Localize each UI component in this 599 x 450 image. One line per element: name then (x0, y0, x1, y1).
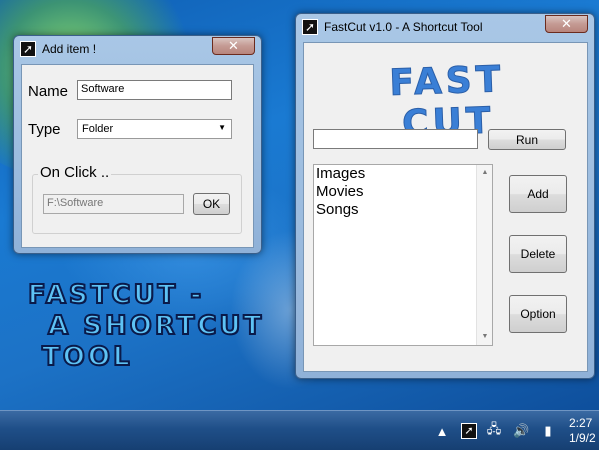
type-select-value: Folder (82, 123, 114, 135)
arrow-shortcut-icon: ➚ (302, 19, 318, 35)
desktop-art-line: tool (41, 341, 133, 373)
on-click-group-title: On Click .. (38, 164, 112, 181)
ok-button[interactable]: OK (193, 193, 230, 215)
clock-date: 1/9/2 (569, 431, 596, 445)
path-field: F:\Software (43, 194, 184, 214)
list-item[interactable]: Songs (314, 201, 492, 219)
run-button[interactable]: Run (488, 129, 566, 150)
clock[interactable]: 2:27 1/9/2 (569, 416, 599, 446)
list-item[interactable]: Images (314, 165, 492, 183)
chevron-down-icon: ▼ (218, 123, 226, 132)
volume-icon[interactable]: 🔊 (513, 423, 529, 439)
add-item-dialog: ➚ Add item ! ✕ Name Software Type Folder… (13, 35, 262, 254)
scroll-up-icon[interactable]: ▲ (477, 165, 492, 181)
list-item[interactable]: Movies (314, 183, 492, 201)
fastcut-tray-icon[interactable]: ➚ (461, 423, 477, 439)
command-input[interactable] (313, 129, 478, 149)
close-button[interactable]: ✕ (545, 15, 588, 33)
type-select[interactable]: Folder ▼ (77, 119, 232, 139)
main-window-title: FastCut v1.0 - A Shortcut Tool (324, 20, 483, 34)
delete-button[interactable]: Delete (509, 235, 567, 273)
network-icon[interactable]: 🖧 (486, 420, 502, 442)
add-button[interactable]: Add (509, 175, 567, 213)
add-item-title: Add item ! (42, 42, 97, 56)
system-tray: ▲ ➚ 🖧 🔊 ▮ 2:27 1/9/2 (434, 411, 599, 450)
arrow-shortcut-icon: ➚ (20, 41, 36, 57)
desktop-art-text: Fastcut - A Shortcut tool (27, 279, 308, 373)
battery-icon[interactable]: ▮ (540, 423, 556, 439)
main-client: Fast Cut Run Images Movies Songs ▲ ▼ Add… (303, 42, 588, 372)
desktop: Fastcut - A Shortcut tool ➚ Add item ! ✕… (0, 0, 599, 410)
clock-time: 2:27 (569, 416, 593, 430)
add-item-client: Name Software Type Folder ▼ On Click .. … (21, 64, 254, 248)
fastcut-main-window: ➚ FastCut v1.0 - A Shortcut Tool ✕ Fast … (295, 13, 595, 379)
option-button[interactable]: Option (509, 295, 567, 333)
shortcut-list[interactable]: Images Movies Songs ▲ ▼ (313, 164, 493, 346)
list-scrollbar[interactable]: ▲ ▼ (476, 165, 492, 345)
name-label: Name (28, 83, 69, 100)
name-field[interactable]: Software (77, 80, 232, 100)
show-hidden-icon[interactable]: ▲ (434, 424, 450, 439)
add-item-titlebar[interactable]: ➚ Add item ! ✕ (14, 36, 261, 62)
fastcut-logo: Fast Cut (388, 59, 505, 146)
desktop-art-line: A Shortcut (47, 310, 265, 342)
close-button[interactable]: ✕ (212, 37, 255, 55)
taskbar: ▲ ➚ 🖧 🔊 ▮ 2:27 1/9/2 (0, 410, 599, 450)
main-titlebar[interactable]: ➚ FastCut v1.0 - A Shortcut Tool ✕ (296, 14, 594, 40)
desktop-art-line: Fastcut - (27, 279, 205, 311)
scroll-down-icon[interactable]: ▼ (477, 329, 492, 345)
type-label: Type (28, 121, 61, 138)
